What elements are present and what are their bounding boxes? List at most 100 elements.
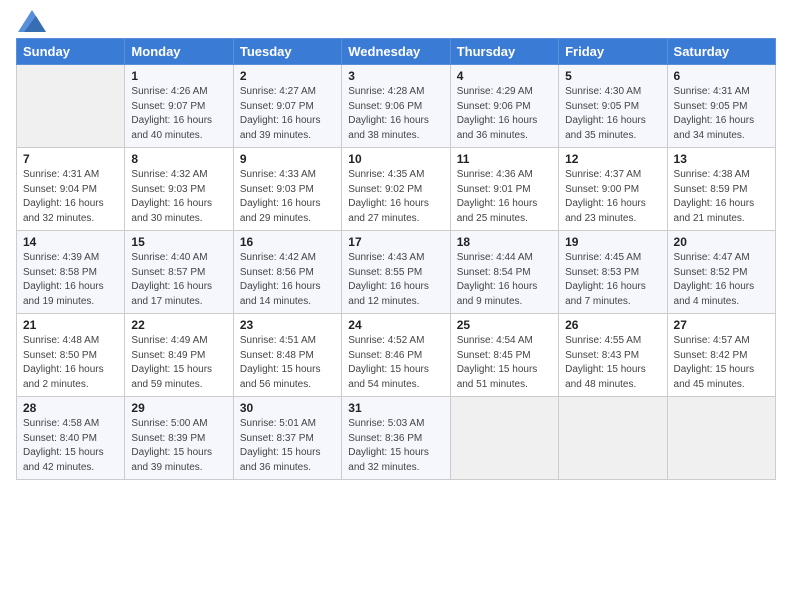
weekday-header: Friday <box>559 39 667 65</box>
weekday-header: Saturday <box>667 39 775 65</box>
calendar-cell: 18 Sunrise: 4:44 AMSunset: 8:54 PMDayligh… <box>450 231 558 314</box>
calendar-cell: 19 Sunrise: 4:45 AMSunset: 8:53 PMDayligh… <box>559 231 667 314</box>
calendar-cell: 5 Sunrise: 4:30 AMSunset: 9:05 PMDaylight… <box>559 65 667 148</box>
day-number: 13 <box>674 152 769 166</box>
day-number: 6 <box>674 69 769 83</box>
calendar-cell: 27Sunrise: 4:57 AMSunset: 8:42 PMDayligh… <box>667 314 775 397</box>
day-info: Sunrise: 4:28 AMSunset: 9:06 PMDaylight:… <box>348 85 443 143</box>
day-info: Sunrise: 4:27 AMSunset: 9:07 PMDaylight:… <box>240 85 335 143</box>
calendar-cell <box>559 397 667 480</box>
day-info: Sunrise: 4:48 AMSunset: 8:50 PMDaylight:… <box>23 334 118 392</box>
day-number: 3 <box>348 69 443 83</box>
day-info: Sunrise: 4:30 AMSunset: 9:05 PMDaylight:… <box>565 85 660 143</box>
calendar-cell: 21 Sunrise: 4:48 AMSunset: 8:50 PMDayligh… <box>17 314 125 397</box>
day-info: Sunrise: 4:31 AMSunset: 9:04 PMDaylight:… <box>23 168 118 226</box>
weekday-header: Wednesday <box>342 39 450 65</box>
calendar-header-row: SundayMondayTuesdayWednesdayThursdayFrid… <box>17 39 776 65</box>
day-number: 1 <box>131 69 226 83</box>
day-number: 7 <box>23 152 118 166</box>
calendar-cell: 8Sunrise: 4:32 AMSunset: 9:03 PMDaylight… <box>125 148 233 231</box>
day-number: 5 <box>565 69 660 83</box>
calendar-cell: 22 Sunrise: 4:49 AMSunset: 8:49 PMDayligh… <box>125 314 233 397</box>
day-number: 10 <box>348 152 443 166</box>
calendar-cell: 1 Sunrise: 4:26 AMSunset: 9:07 PMDaylight… <box>125 65 233 148</box>
day-info: Sunrise: 4:36 AMSunset: 9:01 PMDaylight:… <box>457 168 552 226</box>
calendar-table: SundayMondayTuesdayWednesdayThursdayFrid… <box>16 38 776 480</box>
calendar-week-row: 7 Sunrise: 4:31 AMSunset: 9:04 PMDaylight… <box>17 148 776 231</box>
day-info: Sunrise: 4:42 AMSunset: 8:56 PMDaylight:… <box>240 251 335 309</box>
weekday-header: Sunday <box>17 39 125 65</box>
day-info: Sunrise: 4:40 AMSunset: 8:57 PMDaylight:… <box>131 251 226 309</box>
calendar-cell: 2Sunrise: 4:27 AMSunset: 9:07 PMDaylight… <box>233 65 341 148</box>
calendar-cell: 14 Sunrise: 4:39 AMSunset: 8:58 PMDayligh… <box>17 231 125 314</box>
calendar-cell: 28 Sunrise: 4:58 AMSunset: 8:40 PMDayligh… <box>17 397 125 480</box>
day-info: Sunrise: 5:01 AMSunset: 8:37 PMDaylight:… <box>240 417 335 475</box>
day-info: Sunrise: 4:35 AMSunset: 9:02 PMDaylight:… <box>348 168 443 226</box>
calendar-cell: 25 Sunrise: 4:54 AMSunset: 8:45 PMDayligh… <box>450 314 558 397</box>
calendar-cell: 6 Sunrise: 4:31 AMSunset: 9:05 PMDaylight… <box>667 65 775 148</box>
day-info: Sunrise: 5:00 AMSunset: 8:39 PMDaylight:… <box>131 417 226 475</box>
calendar-week-row: 14 Sunrise: 4:39 AMSunset: 8:58 PMDayligh… <box>17 231 776 314</box>
calendar-cell: 15Sunrise: 4:40 AMSunset: 8:57 PMDayligh… <box>125 231 233 314</box>
calendar-cell: 4 Sunrise: 4:29 AMSunset: 9:06 PMDaylight… <box>450 65 558 148</box>
calendar-cell: 20 Sunrise: 4:47 AMSunset: 8:52 PMDayligh… <box>667 231 775 314</box>
day-number: 27 <box>674 318 769 332</box>
day-info: Sunrise: 4:38 AMSunset: 8:59 PMDaylight:… <box>674 168 769 226</box>
day-info: Sunrise: 4:31 AMSunset: 9:05 PMDaylight:… <box>674 85 769 143</box>
day-number: 9 <box>240 152 335 166</box>
day-number: 19 <box>565 235 660 249</box>
calendar-week-row: 21 Sunrise: 4:48 AMSunset: 8:50 PMDayligh… <box>17 314 776 397</box>
day-number: 18 <box>457 235 552 249</box>
day-number: 31 <box>348 401 443 415</box>
day-info: Sunrise: 4:52 AMSunset: 8:46 PMDaylight:… <box>348 334 443 392</box>
calendar-cell: 31 Sunrise: 5:03 AMSunset: 8:36 PMDayligh… <box>342 397 450 480</box>
day-number: 30 <box>240 401 335 415</box>
day-info: Sunrise: 4:45 AMSunset: 8:53 PMDaylight:… <box>565 251 660 309</box>
day-number: 26 <box>565 318 660 332</box>
day-number: 25 <box>457 318 552 332</box>
calendar-week-row: 28 Sunrise: 4:58 AMSunset: 8:40 PMDayligh… <box>17 397 776 480</box>
day-info: Sunrise: 4:32 AMSunset: 9:03 PMDaylight:… <box>131 168 226 226</box>
day-info: Sunrise: 4:37 AMSunset: 9:00 PMDaylight:… <box>565 168 660 226</box>
day-info: Sunrise: 4:26 AMSunset: 9:07 PMDaylight:… <box>131 85 226 143</box>
calendar-week-row: 1 Sunrise: 4:26 AMSunset: 9:07 PMDaylight… <box>17 65 776 148</box>
weekday-header: Monday <box>125 39 233 65</box>
calendar-cell: 24Sunrise: 4:52 AMSunset: 8:46 PMDayligh… <box>342 314 450 397</box>
calendar-cell <box>17 65 125 148</box>
day-info: Sunrise: 4:47 AMSunset: 8:52 PMDaylight:… <box>674 251 769 309</box>
calendar-cell: 11 Sunrise: 4:36 AMSunset: 9:01 PMDayligh… <box>450 148 558 231</box>
calendar-cell: 17 Sunrise: 4:43 AMSunset: 8:55 PMDayligh… <box>342 231 450 314</box>
calendar-cell: 9 Sunrise: 4:33 AMSunset: 9:03 PMDaylight… <box>233 148 341 231</box>
day-info: Sunrise: 4:29 AMSunset: 9:06 PMDaylight:… <box>457 85 552 143</box>
day-info: Sunrise: 4:39 AMSunset: 8:58 PMDaylight:… <box>23 251 118 309</box>
day-info: Sunrise: 4:54 AMSunset: 8:45 PMDaylight:… <box>457 334 552 392</box>
calendar-cell: 7 Sunrise: 4:31 AMSunset: 9:04 PMDaylight… <box>17 148 125 231</box>
day-info: Sunrise: 4:44 AMSunset: 8:54 PMDaylight:… <box>457 251 552 309</box>
calendar-container: SundayMondayTuesdayWednesdayThursdayFrid… <box>0 0 792 496</box>
day-number: 22 <box>131 318 226 332</box>
calendar-cell <box>667 397 775 480</box>
day-info: Sunrise: 4:33 AMSunset: 9:03 PMDaylight:… <box>240 168 335 226</box>
day-info: Sunrise: 5:03 AMSunset: 8:36 PMDaylight:… <box>348 417 443 475</box>
weekday-header: Tuesday <box>233 39 341 65</box>
day-number: 20 <box>674 235 769 249</box>
calendar-cell: 12 Sunrise: 4:37 AMSunset: 9:00 PMDayligh… <box>559 148 667 231</box>
day-info: Sunrise: 4:49 AMSunset: 8:49 PMDaylight:… <box>131 334 226 392</box>
day-number: 21 <box>23 318 118 332</box>
day-number: 12 <box>565 152 660 166</box>
day-info: Sunrise: 4:58 AMSunset: 8:40 PMDaylight:… <box>23 417 118 475</box>
day-number: 16 <box>240 235 335 249</box>
day-number: 17 <box>348 235 443 249</box>
day-info: Sunrise: 4:55 AMSunset: 8:43 PMDaylight:… <box>565 334 660 392</box>
day-number: 4 <box>457 69 552 83</box>
day-number: 29 <box>131 401 226 415</box>
header <box>16 10 776 32</box>
day-number: 28 <box>23 401 118 415</box>
day-number: 11 <box>457 152 552 166</box>
calendar-cell: 3 Sunrise: 4:28 AMSunset: 9:06 PMDaylight… <box>342 65 450 148</box>
calendar-cell <box>450 397 558 480</box>
calendar-cell: 23Sunrise: 4:51 AMSunset: 8:48 PMDayligh… <box>233 314 341 397</box>
day-number: 14 <box>23 235 118 249</box>
day-info: Sunrise: 4:43 AMSunset: 8:55 PMDaylight:… <box>348 251 443 309</box>
calendar-cell: 26 Sunrise: 4:55 AMSunset: 8:43 PMDayligh… <box>559 314 667 397</box>
